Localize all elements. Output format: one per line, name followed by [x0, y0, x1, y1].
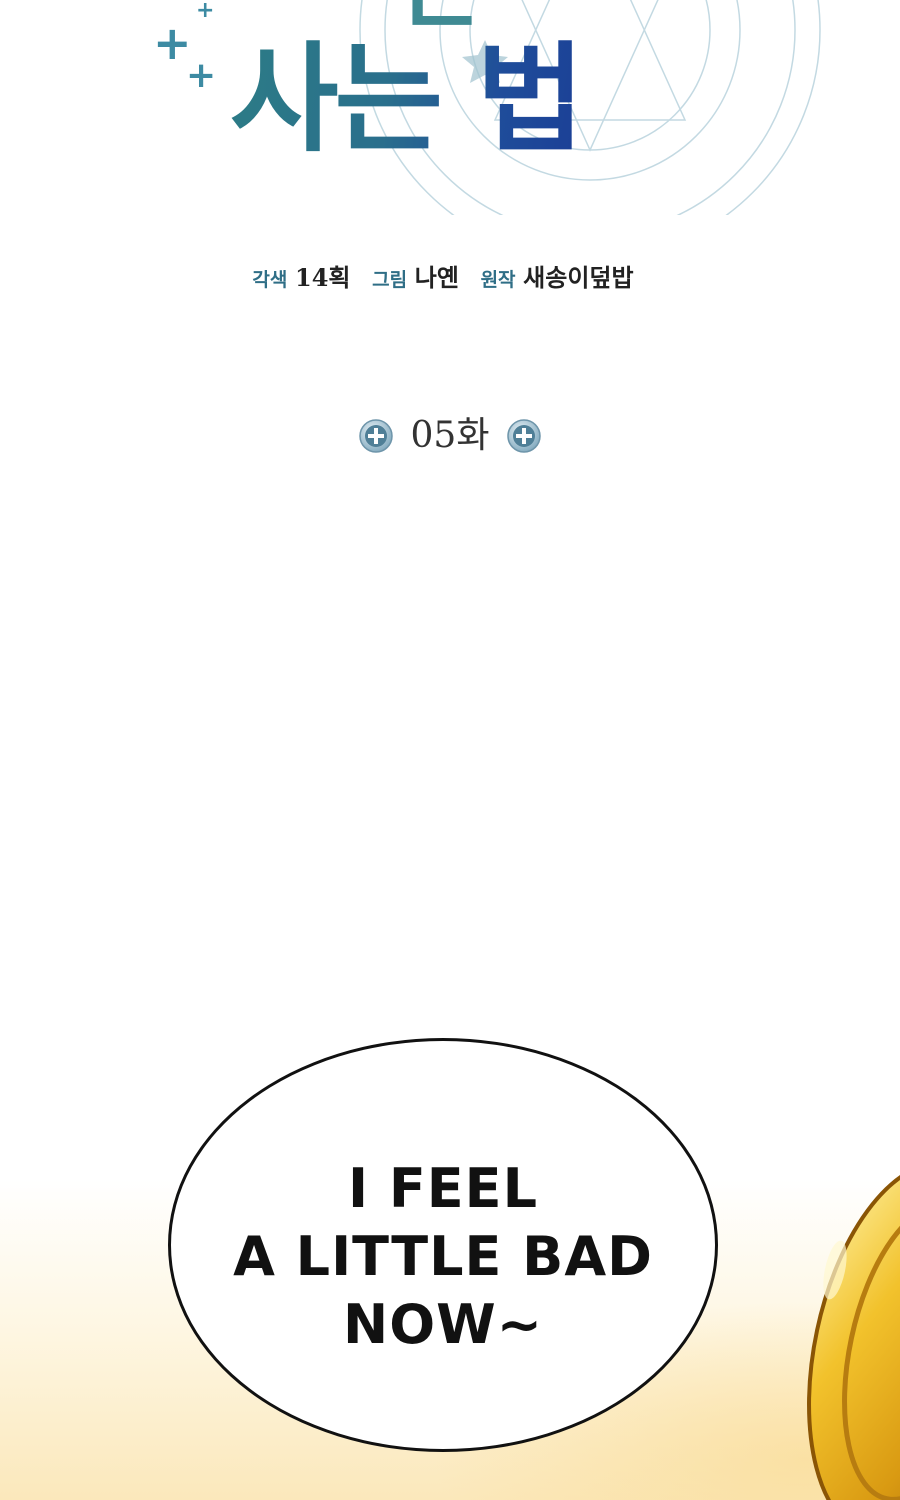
chapter-label: 05화: [410, 415, 490, 456]
sparkle-plus-icon: +: [186, 55, 217, 96]
speech-line: NOW~: [343, 1293, 543, 1356]
chapter-heading: 05화: [0, 418, 900, 454]
gold-coin-icon: [807, 1161, 900, 1500]
credit-name-art: 나옌: [414, 263, 459, 292]
title-partial-text: 는: [400, 0, 483, 32]
sparkle-plus-icon: +: [196, 0, 215, 23]
credit-role-adaptation: 각색: [252, 269, 288, 291]
speech-line: A LITTLE BAD: [233, 1225, 653, 1288]
credits-line: 각색 14획 그림 나옌 원작 새송이덮밥: [0, 258, 900, 293]
plus-circle-icon: [358, 419, 393, 453]
plus-circle-icon: [507, 419, 542, 453]
credit-role-original: 원작: [480, 269, 516, 291]
speech-bubble-text: I FEEL A LITTLE BAD NOW~: [168, 1155, 718, 1359]
credit-name-original: 새송이덮밥: [523, 263, 634, 292]
speech-line: I FEEL: [348, 1157, 538, 1220]
credit-role-art: 그림: [372, 269, 408, 291]
title-main-text: 사는 법: [230, 29, 585, 168]
credit-name-adaptation: 14획: [295, 263, 351, 292]
